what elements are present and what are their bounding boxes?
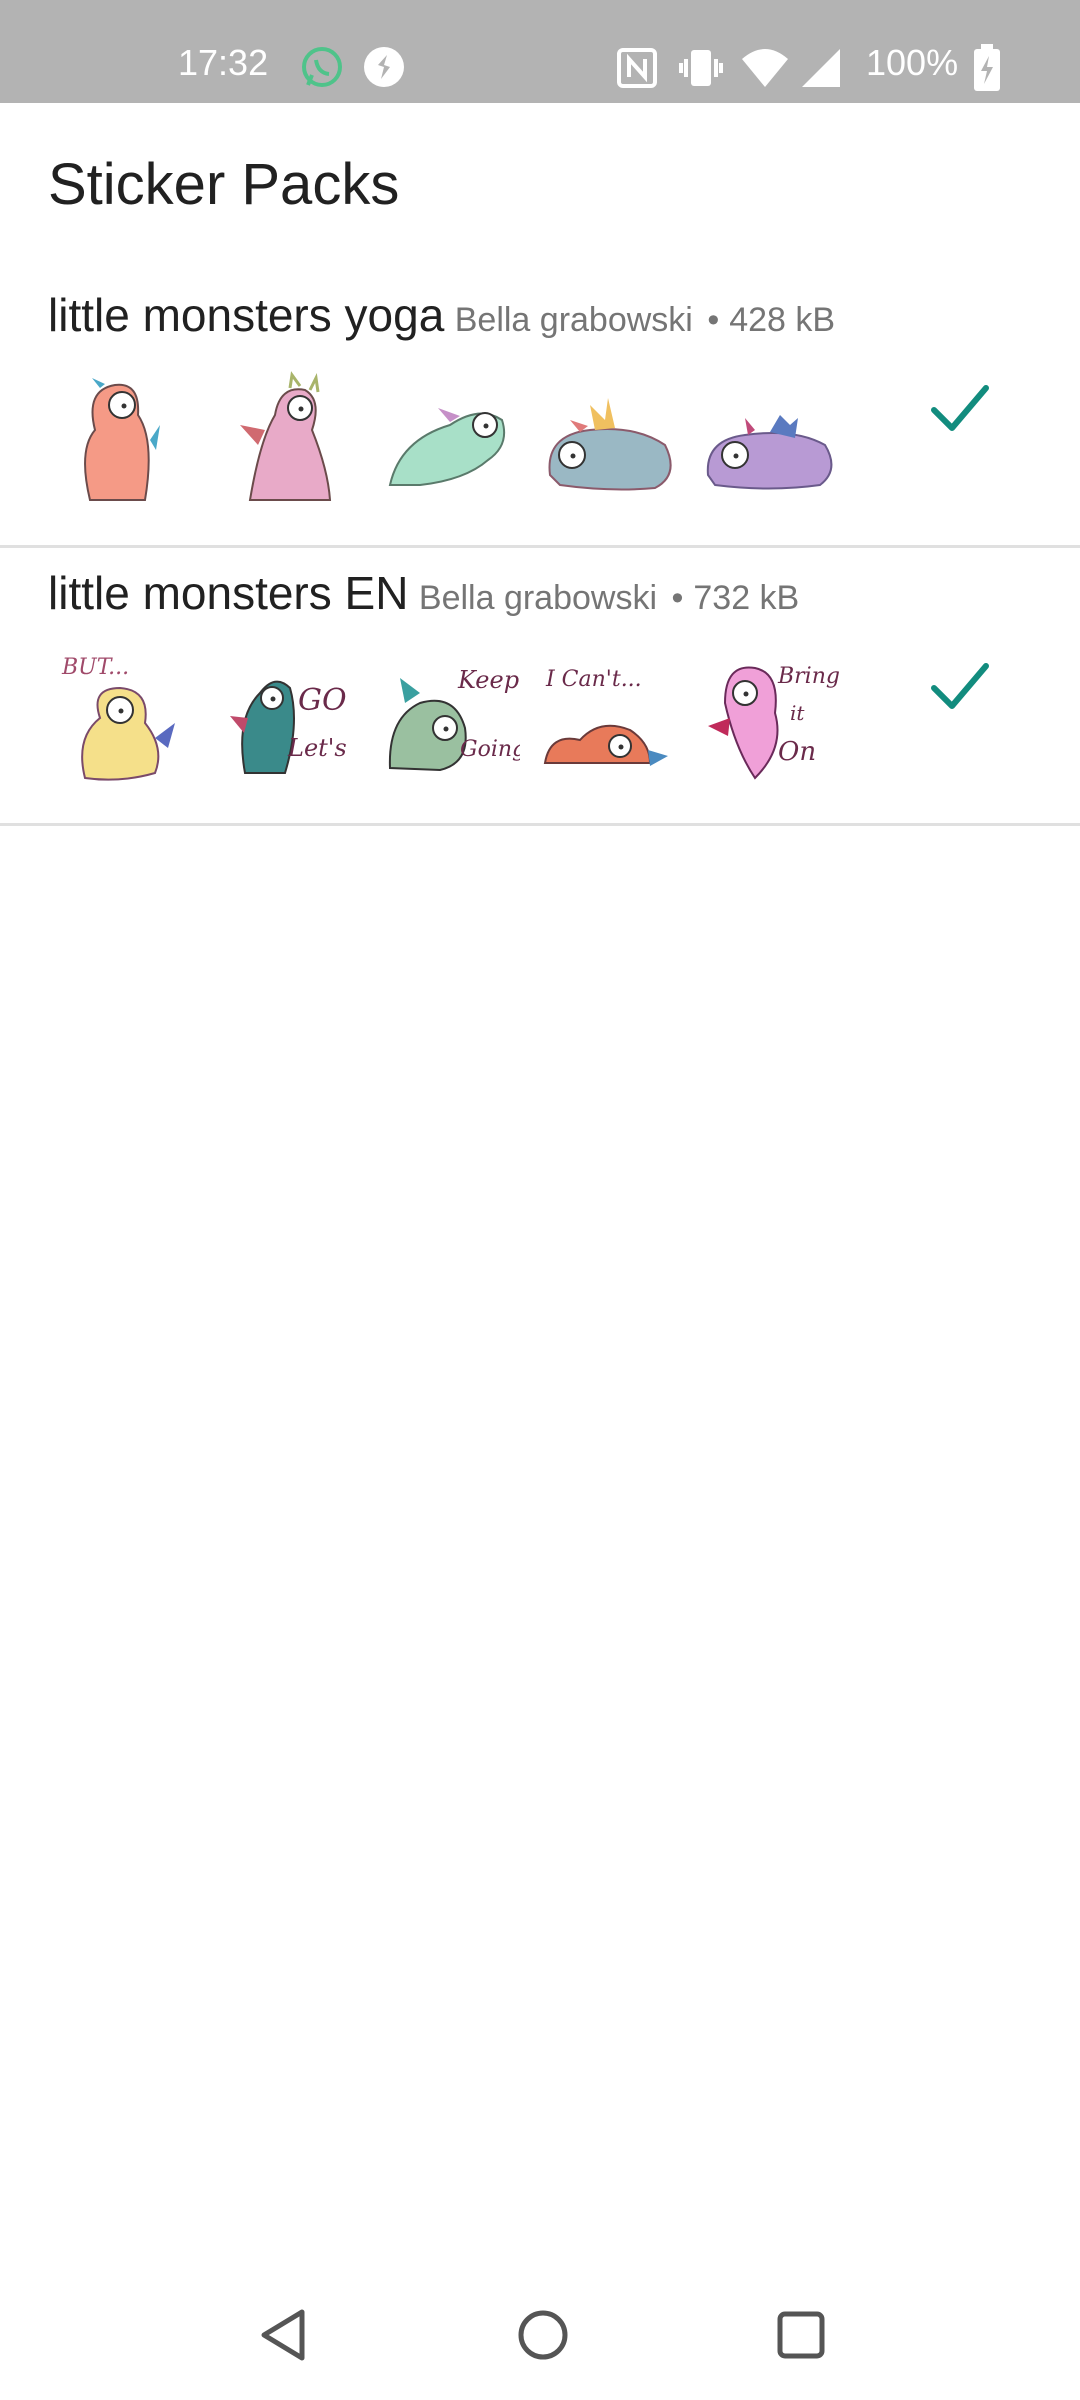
battery-charging-icon <box>974 44 1000 91</box>
sticker-preview: I Can't... <box>543 667 668 766</box>
sticker-pack-item[interactable]: little monsters EN Bella grabowski • 732 … <box>0 548 1080 826</box>
pack-separator: • <box>707 301 720 339</box>
sticker-caption: I Can't... <box>545 667 642 692</box>
shazam-icon <box>364 47 404 87</box>
sticker-caption: On <box>778 737 816 767</box>
pack-author: Bella grabowski <box>418 579 658 617</box>
sticker-pack-item[interactable]: little monsters yoga Bella grabowski • 42… <box>0 270 1080 548</box>
pack-name: little monsters yoga <box>48 289 445 341</box>
navigation-bar <box>0 2270 1080 2400</box>
wifi-icon <box>742 49 788 87</box>
signal-icon <box>802 49 840 87</box>
nfc-icon <box>617 48 657 88</box>
page-title: Sticker Packs <box>48 152 400 217</box>
sticker-caption: Going <box>460 737 520 762</box>
pack-size: 428 kB <box>729 301 836 339</box>
pack-header: little monsters EN Bella grabowski • 732 … <box>48 566 799 620</box>
sticker-preview: GO Let's <box>230 680 347 774</box>
sticker-caption: Keep <box>457 666 519 694</box>
added-check-icon[interactable] <box>920 370 1000 450</box>
sticker-preview: Keep Going <box>388 666 520 772</box>
sticker-caption: Let's <box>287 734 347 762</box>
sticker-preview: BUT... <box>61 655 175 781</box>
sticker-caption: Bring <box>777 664 840 689</box>
pack-author: Bella grabowski <box>454 301 693 339</box>
home-icon[interactable] <box>508 2300 578 2370</box>
vibrate-icon <box>679 50 723 86</box>
whatsapp-icon <box>302 47 342 87</box>
battery-percentage: 100% <box>866 42 959 83</box>
sticker-preview: Bring it On <box>708 664 840 780</box>
sticker-caption: GO <box>298 683 347 718</box>
back-icon[interactable] <box>250 2300 320 2370</box>
sticker-preview <box>388 408 506 486</box>
sticker-preview <box>84 378 160 501</box>
sticker-preview <box>240 371 332 501</box>
sticker-preview <box>548 398 672 491</box>
status-bar: 17:32 100% <box>0 0 1080 103</box>
recents-icon[interactable] <box>766 2300 836 2370</box>
sticker-caption: it <box>790 701 805 725</box>
status-time: 17:32 <box>178 42 269 83</box>
sticker-preview <box>706 415 833 490</box>
sticker-caption: BUT... <box>61 655 129 680</box>
sticker-preview-row: BUT... GO Let's Keep Going I Can't... Br… <box>60 648 860 798</box>
pack-name: little monsters EN <box>48 567 409 619</box>
pack-header: little monsters yoga Bella grabowski • 42… <box>48 288 835 342</box>
pack-size: 732 kB <box>693 579 800 617</box>
pack-separator: • <box>671 579 684 617</box>
sticker-preview-row <box>60 370 860 520</box>
added-check-icon[interactable] <box>920 648 1000 728</box>
